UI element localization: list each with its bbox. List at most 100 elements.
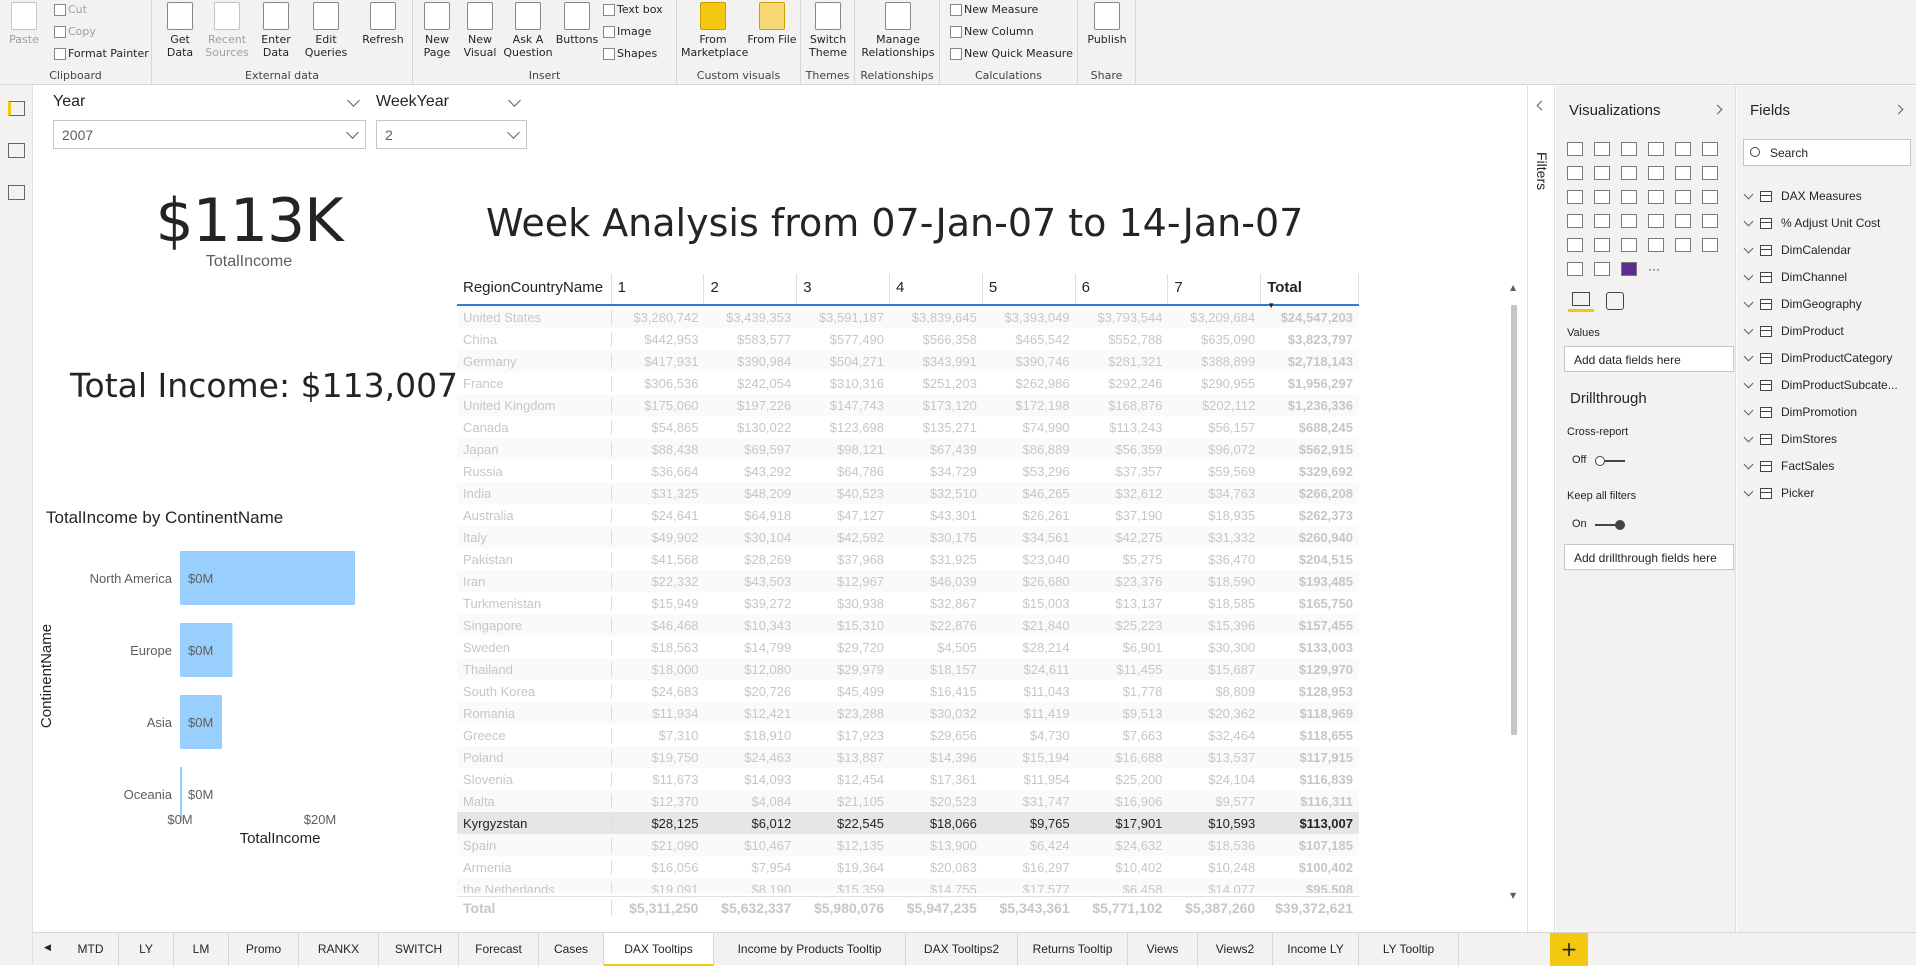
tab-lm[interactable]: LM [174, 933, 229, 966]
tab-scroll-left-icon[interactable]: ◀ [44, 943, 51, 953]
tab-dax-tooltips[interactable]: DAX Tooltips [604, 933, 714, 966]
header-total[interactable]: ▼ Total [1261, 274, 1359, 310]
table-row[interactable]: India $31,325 $48,209 $40,523 $32,510 $46,265… [457, 482, 1359, 504]
fields-tab-icon[interactable] [1568, 290, 1594, 312]
custom-visual-icon[interactable] [1621, 262, 1637, 276]
refresh-button[interactable]: Refresh [358, 2, 408, 46]
new-column-button[interactable]: New Column [948, 25, 1034, 38]
more-icon[interactable]: ··· [1648, 262, 1664, 276]
header-day[interactable]: 1 [612, 274, 705, 304]
enter-data-button[interactable]: Enter Data [254, 2, 298, 59]
filters-pane-collapsed[interactable]: Filters [1527, 86, 1555, 932]
table-row[interactable]: Russia $36,664 $43,292 $64,786 $34,729 $53,29… [457, 460, 1359, 482]
chevron-down-icon[interactable] [1743, 324, 1754, 334]
scroll-up-icon[interactable]: ▲ [1510, 283, 1518, 292]
qna-icon[interactable] [1567, 262, 1583, 276]
chevron-right-icon[interactable] [1712, 104, 1723, 115]
chevron-down-icon[interactable] [1743, 270, 1754, 280]
table-row[interactable]: Slovenia $11,673 $14,093 $12,454 $17,361 $11,… [457, 768, 1359, 790]
tab-dax-tooltips2[interactable]: DAX Tooltips2 [906, 933, 1018, 966]
globe-icon[interactable] [1594, 262, 1610, 276]
report-view-icon[interactable] [8, 101, 25, 116]
buttons-button[interactable]: Buttons [555, 2, 599, 46]
chevron-down-icon[interactable] [1743, 405, 1754, 415]
tab-income-ly[interactable]: Income LY [1273, 933, 1359, 966]
chevron-down-icon[interactable] [1743, 432, 1754, 442]
add-page-button[interactable]: + [1550, 933, 1588, 966]
format-painter-button[interactable]: Format Painter [52, 47, 149, 60]
table-row[interactable]: Sweden $18,563 $14,799 $29,720 $4,505 $28,214… [457, 636, 1359, 658]
table-row[interactable]: Thailand $18,000 $12,080 $29,979 $18,157 $24,… [457, 658, 1359, 680]
field-table-item[interactable]: DimChannel [1743, 268, 1847, 286]
table-row[interactable]: Greece $7,310 $18,910 $17,923 $29,656 $4,730 $… [457, 724, 1359, 746]
field-table-item[interactable]: DimGeography [1743, 295, 1862, 313]
line-clustered-icon[interactable] [1675, 166, 1691, 180]
table-row[interactable]: Australia $24,641 $64,918 $47,127 $43,301 $26… [457, 504, 1359, 526]
switch-theme-button[interactable]: Switch Theme [803, 2, 853, 59]
table-row[interactable]: United Kingdom $175,060 $197,226 $147,743 $1… [457, 394, 1359, 416]
tab-switch[interactable]: SWITCH [379, 933, 459, 966]
table-row[interactable]: Poland $19,750 $24,463 $13,887 $14,396 $15,19… [457, 746, 1359, 768]
tab-forecast[interactable]: Forecast [459, 933, 539, 966]
chevron-down-icon[interactable] [1743, 459, 1754, 469]
tab-views[interactable]: Views [1128, 933, 1198, 966]
image-button[interactable]: Image [601, 25, 651, 38]
filled-map-icon[interactable] [1594, 214, 1610, 228]
field-table-item[interactable]: DimPromotion [1743, 403, 1857, 421]
table-row[interactable]: United States $3,280,742 $3,439,353 $3,591,… [457, 306, 1359, 328]
tab-cases[interactable]: Cases [539, 933, 604, 966]
line-column-icon[interactable] [1648, 166, 1664, 180]
edit-queries-button[interactable]: Edit Queries [300, 2, 352, 59]
table-row[interactable]: Germany $417,931 $390,984 $504,271 $343,991 $… [457, 350, 1359, 372]
tab-income-by-products-tooltip[interactable]: Income by Products Tooltip [714, 933, 906, 966]
matrix-scrollbar[interactable]: ▲ ▼ [1510, 283, 1518, 900]
chevron-down-icon[interactable] [1743, 486, 1754, 496]
chevron-left-icon[interactable] [1536, 100, 1547, 111]
table-row[interactable]: Italy $49,902 $30,104 $42,592 $30,175 $34,561… [457, 526, 1359, 548]
chevron-down-icon[interactable] [1743, 297, 1754, 307]
r-visual-icon[interactable] [1648, 238, 1664, 252]
table-row[interactable]: France $306,536 $242,054 $310,316 $251,203 $2… [457, 372, 1359, 394]
100-column-icon[interactable] [1702, 142, 1718, 156]
clustered-column-icon[interactable] [1648, 142, 1664, 156]
cut-button[interactable]: Cut [52, 3, 87, 16]
table-row[interactable]: Singapore $46,468 $10,343 $15,310 $22,876 $21… [457, 614, 1359, 636]
recent-sources-button[interactable]: Recent Sources [202, 2, 252, 59]
funnel-icon[interactable] [1594, 190, 1610, 204]
cross-report-toggle[interactable] [1595, 456, 1625, 466]
waterfall-icon[interactable] [1567, 190, 1583, 204]
table-icon[interactable] [1594, 238, 1610, 252]
header-day[interactable]: 5 [983, 274, 1076, 304]
scatter-icon[interactable] [1621, 190, 1637, 204]
values-drop-zone[interactable]: Add data fields here [1564, 346, 1734, 372]
data-view-icon[interactable] [8, 143, 25, 158]
table-row[interactable]: Kyrgyzstan $28,125 $6,012 $22,545 $18,066 $9,… [457, 812, 1359, 834]
from-file-button[interactable]: From File [747, 2, 797, 46]
new-visual-button[interactable]: New Visual [459, 2, 501, 59]
paint-roller-icon[interactable] [1606, 292, 1624, 310]
tab-mtd[interactable]: MTD [63, 933, 119, 966]
slicer-icon[interactable] [1567, 238, 1583, 252]
keep-filters-toggle[interactable] [1595, 520, 1625, 530]
matrix-icon[interactable] [1621, 238, 1637, 252]
table-row[interactable]: the Netherlands $19,091 $8,190 $15,359 $14,7… [457, 878, 1359, 893]
chevron-down-icon[interactable] [1743, 189, 1754, 199]
chevron-right-icon[interactable] [1893, 104, 1904, 115]
fields-search-box[interactable]: Search [1743, 139, 1911, 166]
field-table-item[interactable]: DimCalendar [1743, 241, 1851, 259]
paste-button[interactable]: Paste [6, 2, 42, 46]
header-day[interactable]: 7 [1168, 274, 1262, 304]
treemap-icon[interactable] [1702, 190, 1718, 204]
chevron-down-icon[interactable] [1743, 243, 1754, 253]
table-row[interactable]: Japan $88,438 $69,597 $98,121 $67,439 $86,889… [457, 438, 1359, 460]
line-chart-icon[interactable] [1567, 166, 1583, 180]
tab-ly[interactable]: LY [119, 933, 174, 966]
matrix-visual[interactable]: RegionCountryName 1 2 3 4 5 6 7 ▼ Total United St… [457, 274, 1359, 893]
get-data-button[interactable]: Get Data [158, 2, 202, 59]
area-chart-icon[interactable] [1594, 166, 1610, 180]
field-table-item[interactable]: DAX Measures [1743, 187, 1862, 205]
donut-icon[interactable] [1675, 190, 1691, 204]
field-table-item[interactable]: DimProductCategory [1743, 349, 1892, 367]
table-row[interactable]: China $442,953 $583,577 $577,490 $566,358 $46… [457, 328, 1359, 350]
copy-button[interactable]: Copy [52, 25, 96, 38]
